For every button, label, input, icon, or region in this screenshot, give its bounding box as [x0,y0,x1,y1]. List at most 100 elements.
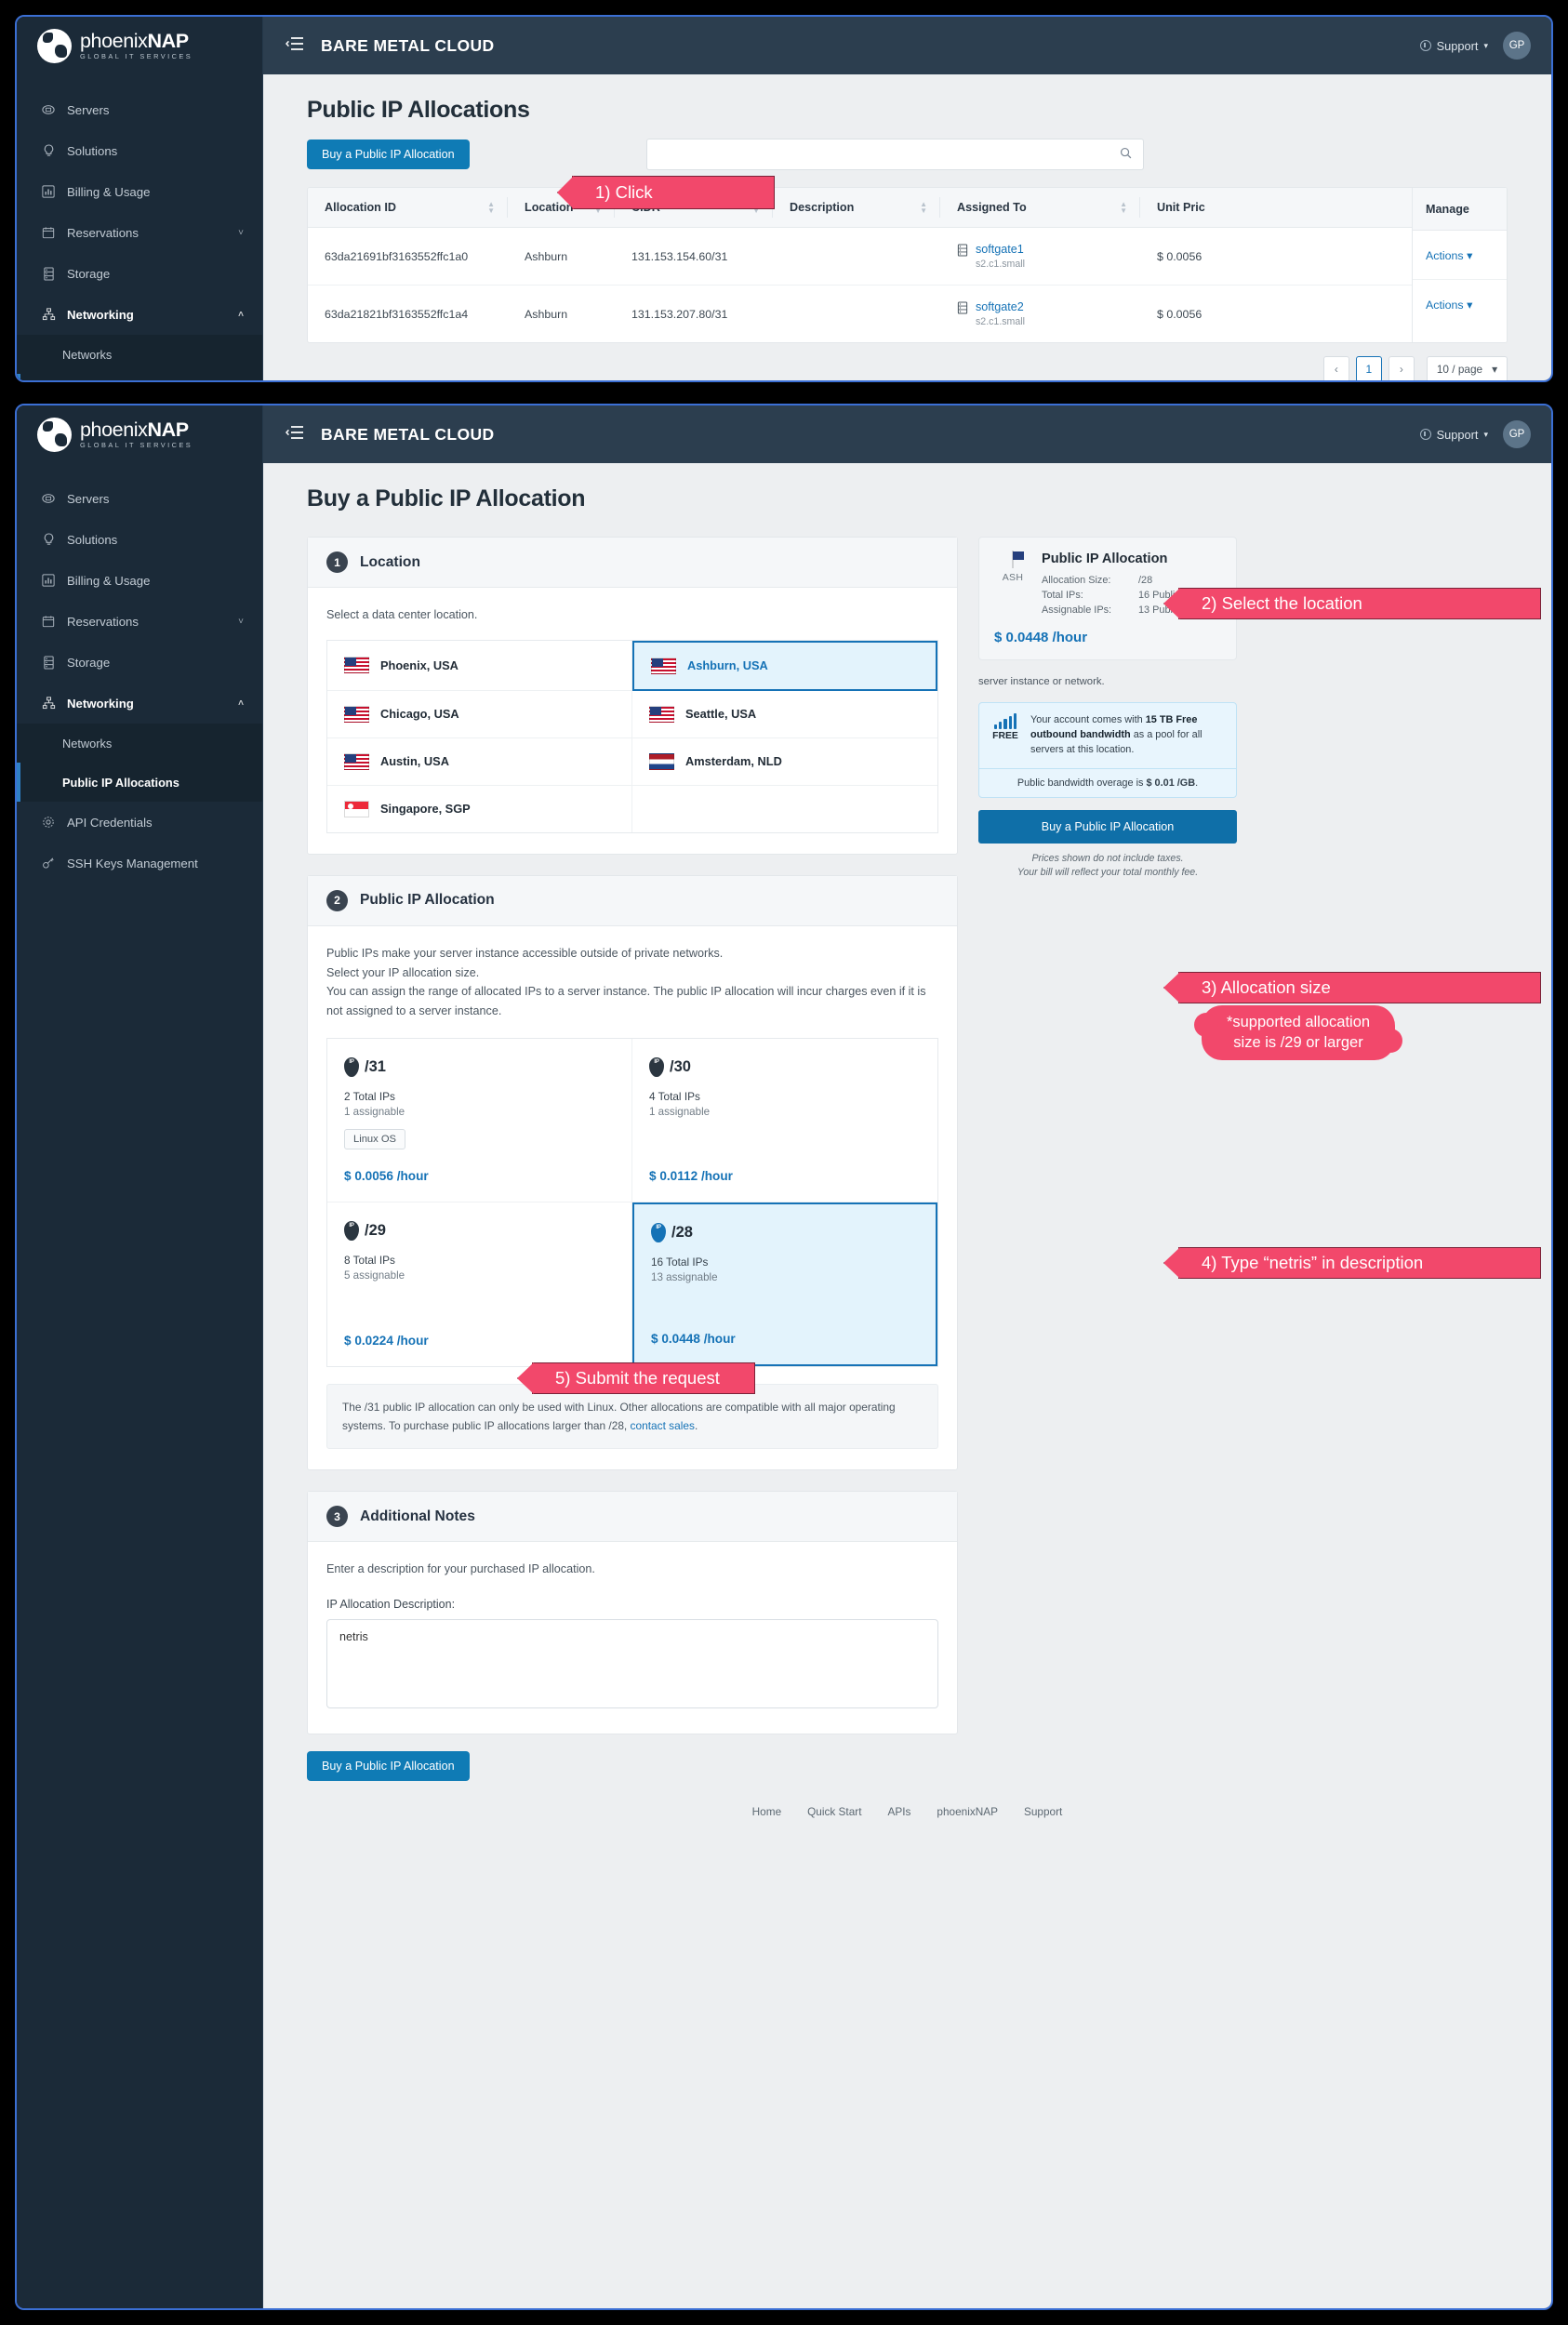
sort-icon[interactable]: ▲▼ [1120,201,1127,215]
allocation-size-30[interactable]: /30 4 Total IPs 1 assignable $ 0.0112 /h… [632,1039,937,1202]
sidebar-item-solutions[interactable]: Solutions [17,130,262,171]
table-row[interactable]: 63da21821bf3163552ffc1a4 Ashburn 131.153… [308,286,1507,343]
logo-tagline: GLOBAL IT SERVICES [80,52,193,61]
menu-toggle-icon[interactable] [285,425,304,444]
location-option-seattle[interactable]: Seattle, USA [632,691,937,738]
submit-buy-allocation-button[interactable]: Buy a Public IP Allocation [307,1751,470,1782]
chart-icon [39,574,58,587]
next-page-button[interactable]: › [1388,356,1415,380]
sidebar-item-storage[interactable]: Storage [17,642,262,683]
footer-link-support[interactable]: Support [1024,1805,1062,1818]
summary-buy-button[interactable]: Buy a Public IP Allocation [978,809,1237,844]
location-option-singapore[interactable]: Singapore, SGP [327,785,632,832]
location-option-amsterdam[interactable]: Amsterdam, NLD [632,738,937,786]
ip-pin-icon [651,1222,666,1242]
footer-link-home[interactable]: Home [752,1805,781,1818]
flag-nl-icon [649,752,674,770]
sidebar-item-api-credentials[interactable]: API Credentials [17,802,262,843]
os-tag: Linux OS [344,1128,406,1149]
avatar[interactable]: GP [1503,420,1531,448]
sidebar-item-billing[interactable]: Billing & Usage [17,171,262,212]
sidebar-item-solutions[interactable]: Solutions [17,519,262,560]
manage-row: Actions ▾ [1413,280,1507,329]
chevron-up-icon: ˄ [238,309,244,320]
location-option-chicago[interactable]: Chicago, USA [327,690,632,738]
sidebar-item-public-ip-allocations[interactable]: Public IP Allocations [17,763,262,802]
sidebar-item-label: Servers [67,491,110,506]
ip-allocation-description-input[interactable] [326,1619,938,1709]
search-box[interactable] [645,139,1144,170]
chevron-down-icon: ˅ [238,616,244,627]
location-option-ashburn[interactable]: Ashburn, USA [632,640,937,691]
per-page-select[interactable]: 10 / page ▾ [1426,356,1508,380]
location-grid-spacer [632,786,937,832]
buy-public-ip-allocation-button[interactable]: Buy a Public IP Allocation [307,140,470,169]
allocation-size-31[interactable]: /31 2 Total IPs 1 assignable Linux OS $ … [327,1038,632,1202]
sidebar-item-networking[interactable]: Networking ˄ [17,294,262,335]
sidebar-item-billing[interactable]: Billing & Usage [17,560,262,601]
sidebar-item-reservations[interactable]: Reservations ˅ [17,212,262,253]
location-helper-text: Select a data center location. [326,608,478,621]
footer-link-phoenixnap[interactable]: phoenixNAP [937,1805,998,1818]
cell-allocation-id: 63da21691bf3163552ffc1a0 [308,227,508,286]
support-menu[interactable]: Support ▾ [1419,428,1488,442]
search-icon[interactable] [1120,147,1132,162]
assigned-server-link[interactable]: softgate1 [976,243,1024,256]
column-allocation-id[interactable]: Allocation ID ▲ ▼ [308,188,508,228]
flag-us-icon [1012,551,1014,568]
assigned-server-link[interactable]: softgate2 [976,300,1024,313]
prev-page-button[interactable]: ‹ [1322,356,1349,380]
sidebar-item-label: API Credentials [67,815,153,830]
sort-icon[interactable]: ▲▼ [487,201,495,215]
table-row[interactable]: 63da21691bf3163552ffc1a0 Ashburn 131.153… [308,227,1507,286]
sidebar-item-storage[interactable]: Storage [17,253,262,294]
sidebar-item-label: Reservations [67,614,139,629]
allocation-helper-line-1: Public IPs make your server instance acc… [326,946,724,960]
footer-link-quick-start[interactable]: Quick Start [807,1805,861,1818]
actions-menu[interactable]: Actions ▾ [1426,248,1472,262]
footer-link-apis[interactable]: APIs [887,1805,910,1818]
sidebar-item-label: Solutions [67,143,118,158]
cell-assigned-to: softgate2 s2.c1.small [940,286,1140,343]
contact-sales-link[interactable]: contact sales [631,1419,695,1432]
annotation-step-3-note: *supported allocation size is /29 or lar… [1194,1005,1402,1060]
support-icon [1419,429,1431,440]
step-number: 3 [326,1506,348,1528]
logo[interactable]: phoenixNAP GLOBAL IT SERVICES [17,405,262,463]
summary-hidden-text: server instance or network. [978,676,1105,687]
footer: Home Quick Start APIs phoenixNAP Support [263,1781,1551,1839]
allocation-helper-line-2: Select your IP allocation size. [326,965,480,979]
column-description[interactable]: Description ▲ ▼ [773,188,940,228]
summary-column: ASH Public IP Allocation Allocation Size… [978,537,1237,1781]
server-icon [957,301,968,316]
column-assigned-to[interactable]: Assigned To ▲ ▼ [940,188,1140,228]
sort-icon[interactable]: ▲▼ [920,201,927,215]
allocation-size-grid: /31 2 Total IPs 1 assignable Linux OS $ … [326,1037,938,1367]
actions-menu[interactable]: Actions ▾ [1426,298,1472,312]
page-number-1[interactable]: 1 [1355,356,1382,380]
search-input[interactable] [658,148,1120,161]
free-bandwidth-text: Your account comes with 15 TB Free outbo… [1030,714,1203,755]
sidebar-item-networks[interactable]: Networks [17,335,262,374]
pagination: ‹ 1 › 10 / page ▾ [263,356,1508,380]
sidebar-item-ssh-keys[interactable]: SSH Keys Management [17,843,262,884]
sidebar-item-networks[interactable]: Networks [17,724,262,763]
logo[interactable]: phoenixNAP GLOBAL IT SERVICES [17,17,262,74]
sidebar-item-servers[interactable]: Servers [17,89,262,130]
location-option-austin[interactable]: Austin, USA [327,737,632,786]
network-icon [39,697,58,710]
app-title: BARE METAL CLOUD [321,424,495,444]
avatar[interactable]: GP [1503,32,1531,60]
sidebar-item-reservations[interactable]: Reservations ˅ [17,601,262,642]
sidebar-item-servers[interactable]: Servers [17,478,262,519]
support-icon [1419,40,1431,51]
cell-description [773,286,940,343]
sidebar-item-public-ip-allocations[interactable]: Public IP Allocations [17,374,262,380]
allocation-size-29[interactable]: /29 8 Total IPs 5 assignable $ 0.0224 /h… [327,1202,632,1366]
allocation-size-28[interactable]: /28 16 Total IPs 13 assignable $ 0.0448 … [632,1202,937,1366]
location-option-phoenix[interactable]: Phoenix, USA [327,640,632,691]
menu-toggle-icon[interactable] [285,36,304,55]
support-menu[interactable]: Support ▾ [1419,39,1488,53]
sidebar-item-networking[interactable]: Networking ˄ [17,683,262,724]
topbar: BARE METAL CLOUD Support ▾ GP [263,405,1551,463]
